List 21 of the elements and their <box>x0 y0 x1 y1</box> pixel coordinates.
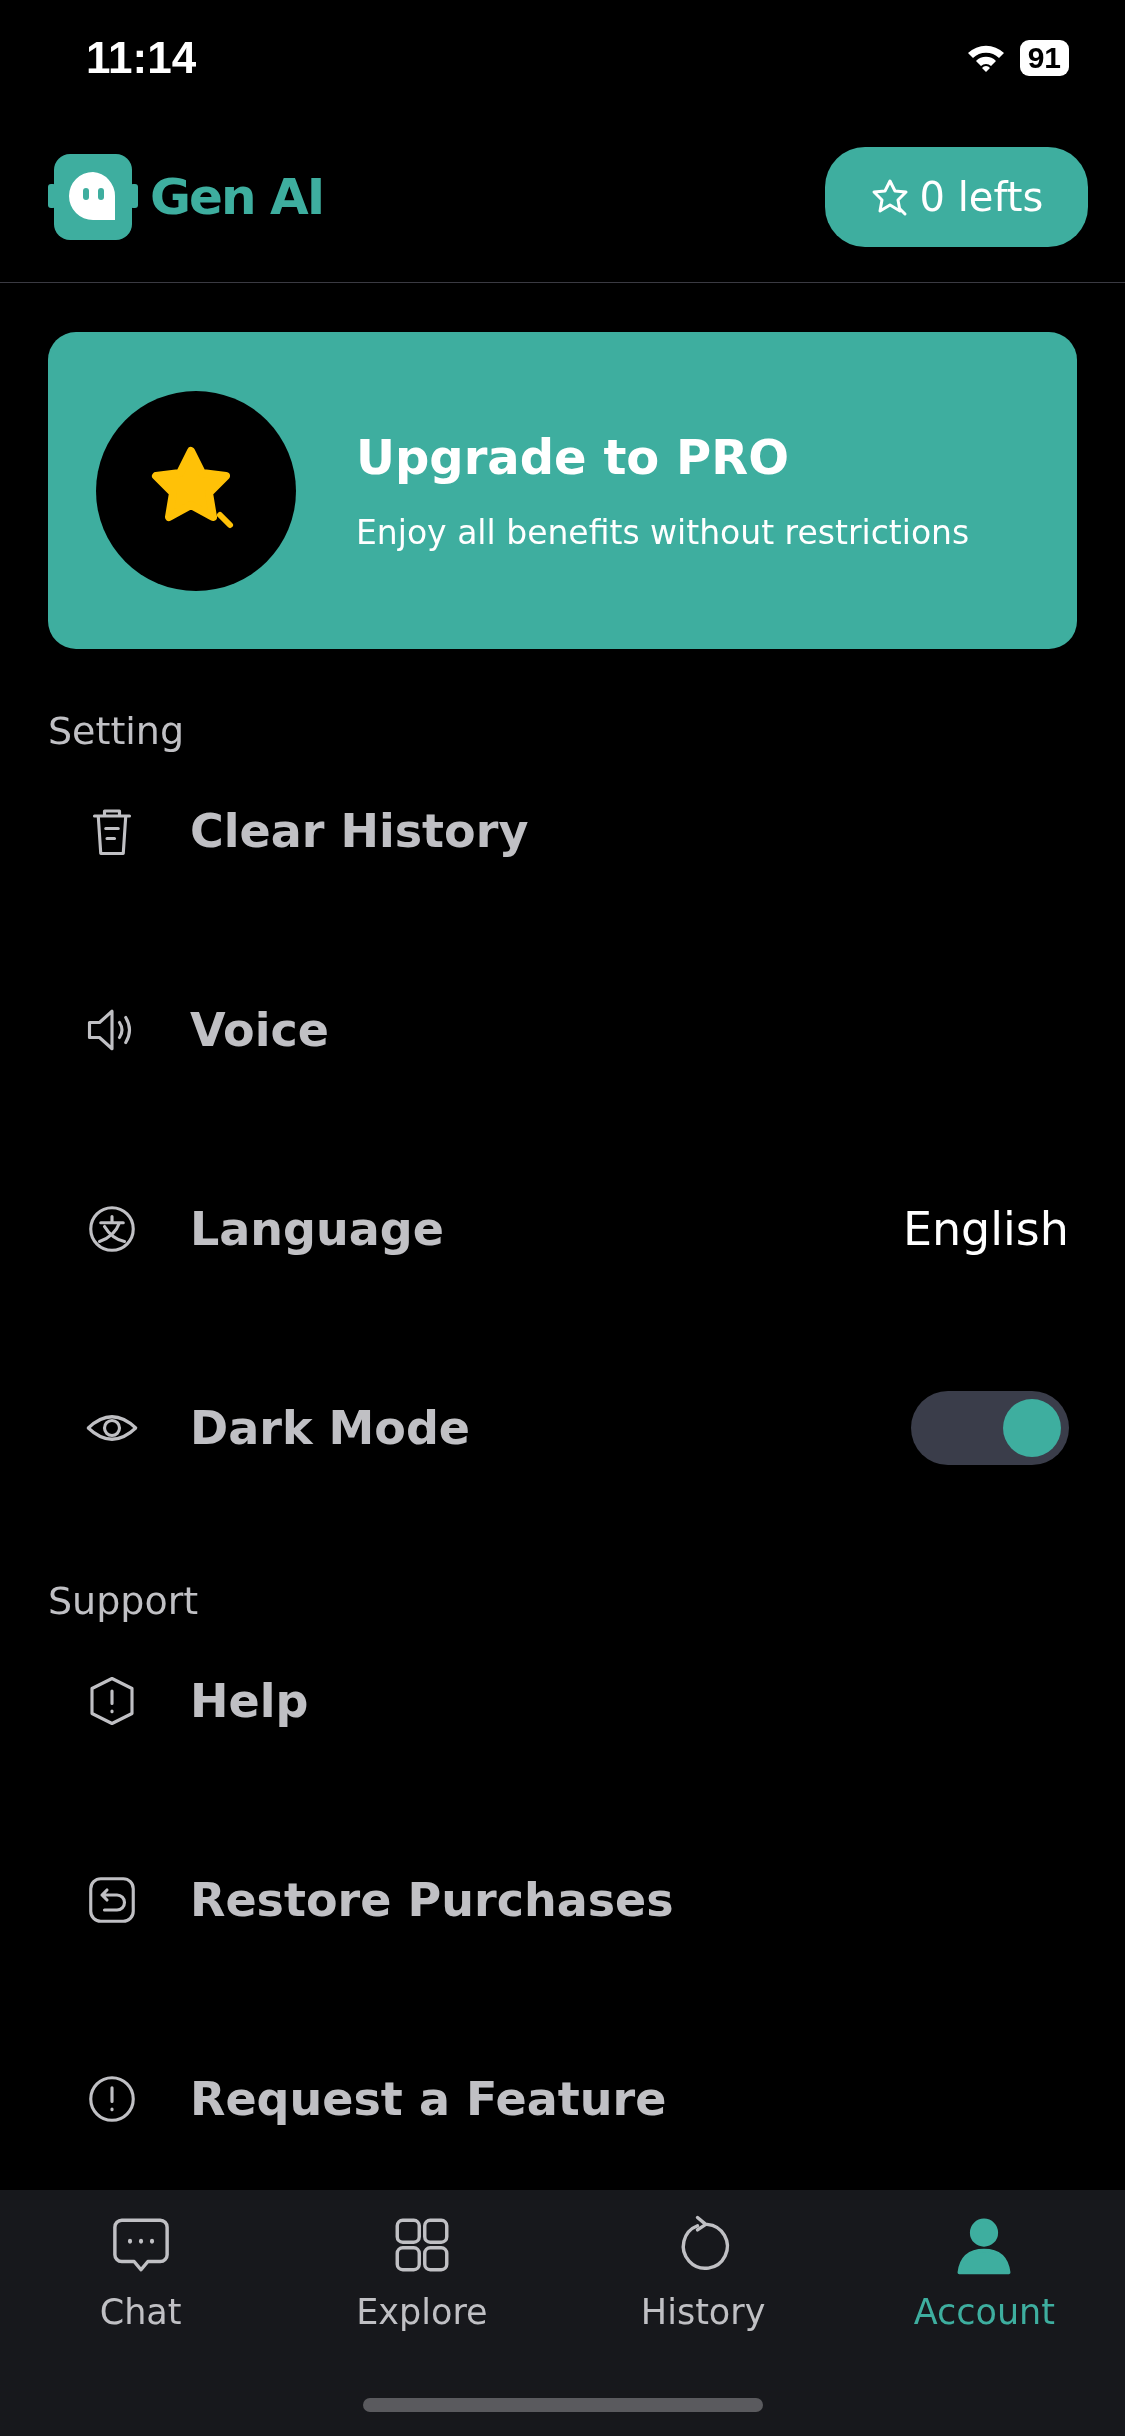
star-badge-icon <box>96 390 296 591</box>
setting-label[interactable]: Language <box>190 1202 903 1257</box>
section-title: Setting <box>48 708 186 753</box>
setting-label[interactable]: Help <box>190 1674 1069 1729</box>
tab-item[interactable]: Chat <box>0 2211 282 2332</box>
setting-label[interactable]: Clear History <box>190 804 1069 859</box>
app-name: Gen AI <box>150 167 324 226</box>
setting-label[interactable]: Voice <box>190 1003 1069 1058</box>
setting-label[interactable]: Request a Feature <box>190 2072 1069 2127</box>
language-value[interactable]: English <box>902 1202 1069 1257</box>
banner-title: Upgrade to PRO <box>356 429 790 486</box>
chat-bubble-logo-icon <box>48 153 138 240</box>
setting-label[interactable]: Restore Purchases <box>190 1873 1069 1928</box>
tab-item[interactable]: History <box>562 2211 844 2332</box>
banner-subtitle: Enjoy all benefits without restrictions <box>356 513 970 553</box>
setting-label[interactable]: Dark Mode <box>190 1401 911 1456</box>
tab-item[interactable]: Explore <box>281 2211 563 2332</box>
battery-icon: 91 <box>1019 40 1069 77</box>
status-time: 11:14 <box>86 33 197 84</box>
tab-item[interactable]: Account <box>843 2211 1125 2332</box>
section-title: Support <box>48 1578 200 1623</box>
